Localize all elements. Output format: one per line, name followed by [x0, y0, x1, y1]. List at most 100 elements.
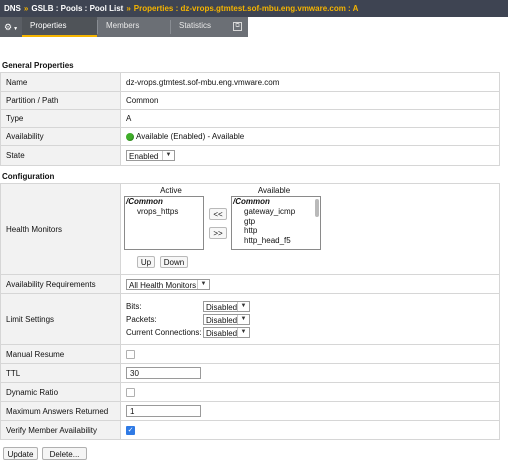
health-monitors-area: Active Available /Common vrops_https << … [121, 184, 499, 274]
table-row: Maximum Answers Returned 1 [0, 401, 500, 421]
availability-requirements-select[interactable]: All Health Monitors ▼ [126, 278, 210, 290]
type-value: A [120, 109, 500, 128]
table-row: Availability Requirements All Health Mon… [0, 274, 500, 294]
breadcrumb-item-dns[interactable]: DNS [4, 4, 21, 13]
update-button[interactable]: Update [3, 447, 38, 460]
breadcrumb: DNS» GSLB : Pools : Pool List» Properties … [0, 0, 508, 17]
chevron-down-icon: ▼ [237, 327, 249, 337]
available-title: Available [257, 186, 291, 195]
table-row: State Enabled ▼ [0, 145, 500, 166]
availability-requirements-label: Availability Requirements [0, 274, 121, 294]
table-row: Manual Resume [0, 344, 500, 364]
delete-button[interactable]: Delete... [42, 447, 87, 460]
manual-resume-checkbox[interactable] [126, 349, 135, 359]
breadcrumb-item-pool-list[interactable]: GSLB : Pools : Pool List [31, 4, 123, 13]
max-answers-input[interactable]: 1 [126, 405, 201, 417]
dynamic-ratio-checkbox[interactable] [126, 387, 135, 397]
ttl-input[interactable]: 30 [126, 367, 201, 379]
chevron-down-icon: ▼ [13, 26, 19, 32]
list-item[interactable]: gtp [232, 217, 320, 227]
configuration-title: Configuration [2, 172, 55, 181]
limit-connections-label: Current Connections: [126, 327, 202, 337]
type-label: Type [0, 109, 121, 128]
limit-bits-label: Bits: [126, 301, 142, 311]
state-select[interactable]: Enabled ▼ [126, 150, 175, 161]
gear-menu-button[interactable]: ⚙▼ [0, 17, 22, 37]
chevron-down-icon: ▼ [237, 301, 249, 311]
available-group-label: /Common [233, 197, 270, 206]
state-label: State [0, 145, 121, 166]
chevron-down-icon: ▼ [162, 151, 174, 160]
tab-statistics[interactable]: Statistics ⧉ [171, 17, 248, 37]
move-up-button[interactable]: Up [137, 256, 155, 268]
limit-settings-cell: Bits: Disabled ▼ Packets: Disabled ▼ Curre… [120, 293, 500, 345]
name-label: Name [0, 72, 121, 92]
name-value: dz-vrops.gtmtest.sof-mbu.eng.vmware.com [120, 72, 500, 92]
remove-monitor-button[interactable]: >> [209, 227, 227, 239]
dynamic-ratio-cell [120, 382, 500, 402]
limit-bits-select[interactable]: Disabled ▼ [203, 300, 250, 312]
manual-resume-cell [120, 344, 500, 364]
table-row: Name dz-vrops.gtmtest.sof-mbu.eng.vmware… [0, 72, 500, 92]
ttl-cell: 30 [120, 363, 500, 383]
limit-bits-value: Disabled [206, 302, 238, 312]
availability-text: Available (Enabled) - Available [136, 132, 245, 141]
availability-value: Available (Enabled) - Available [120, 127, 500, 146]
available-monitors-list[interactable]: /Common gateway_icmp gtp http http_head_… [231, 196, 321, 250]
general-properties-title: General Properties [2, 61, 74, 70]
health-monitors-cell: Active Available /Common vrops_https << … [120, 183, 500, 275]
popout-icon[interactable]: ⧉ [233, 22, 242, 31]
active-monitors-list[interactable]: /Common vrops_https [124, 196, 204, 250]
health-monitors-label: Health Monitors [0, 183, 121, 275]
list-item[interactable]: gateway_icmp [232, 207, 320, 217]
add-monitor-button[interactable]: << [209, 208, 227, 220]
table-row: Health Monitors Active Available /Common… [0, 183, 500, 275]
configuration-table: Health Monitors Active Available /Common… [0, 183, 500, 440]
breadcrumb-current: Properties : dz-vrops.gtmtest.sof-mbu.en… [133, 4, 359, 13]
limit-connections-row: Current Connections: Disabled ▼ [126, 326, 326, 339]
limit-connections-select[interactable]: Disabled ▼ [203, 326, 250, 338]
general-properties-table: Name dz-vrops.gtmtest.sof-mbu.eng.vmware… [0, 72, 500, 166]
availability-requirements-value: All Health Monitors [129, 280, 197, 290]
limit-packets-row: Packets: Disabled ▼ [126, 313, 326, 326]
table-row: Dynamic Ratio [0, 382, 500, 402]
manual-resume-label: Manual Resume [0, 344, 121, 364]
max-answers-cell: 1 [120, 401, 500, 421]
active-group-label: /Common [126, 197, 163, 206]
state-cell: Enabled ▼ [120, 145, 500, 166]
limit-packets-value: Disabled [206, 315, 238, 325]
available-list-scrollbar[interactable] [315, 199, 319, 217]
max-answers-label: Maximum Answers Returned [0, 401, 121, 421]
verify-member-checkbox[interactable]: ✓ [126, 425, 135, 435]
ttl-label: TTL [0, 363, 121, 383]
tab-statistics-label: Statistics [179, 21, 212, 30]
list-item[interactable]: http [232, 226, 320, 236]
table-row: Partition / Path Common [0, 91, 500, 110]
breadcrumb-separator: » [126, 4, 131, 13]
limit-settings-label: Limit Settings [0, 293, 121, 345]
dynamic-ratio-label: Dynamic Ratio [0, 382, 121, 402]
verify-member-label: Verify Member Availability [0, 420, 121, 440]
table-row: Limit Settings Bits: Disabled ▼ Packets: … [0, 293, 500, 345]
availability-label: Availability [0, 127, 121, 146]
tab-members[interactable]: Members [98, 17, 170, 37]
table-row: Verify Member Availability ✓ [0, 420, 500, 440]
partition-value: Common [120, 91, 500, 110]
tab-properties[interactable]: Properties [22, 17, 97, 37]
verify-member-cell: ✓ [120, 420, 500, 440]
limit-bits-row: Bits: Disabled ▼ [126, 300, 326, 313]
list-item[interactable]: vrops_https [125, 207, 203, 217]
list-item[interactable]: http_head_f5 [232, 236, 320, 246]
state-select-value: Enabled [129, 152, 159, 161]
chevron-down-icon: ▼ [197, 279, 209, 289]
limit-packets-select[interactable]: Disabled ▼ [203, 313, 250, 325]
gear-icon: ⚙ [3, 22, 13, 32]
move-down-button[interactable]: Down [160, 256, 188, 268]
table-row: Type A [0, 109, 500, 128]
chevron-down-icon: ▼ [237, 314, 249, 324]
limit-connections-value: Disabled [206, 328, 238, 338]
availability-requirements-cell: All Health Monitors ▼ [120, 274, 500, 294]
tab-strip: ⚙▼ Properties Members Statistics ⧉ [0, 17, 248, 37]
active-title: Active [160, 186, 182, 195]
partition-label: Partition / Path [0, 91, 121, 110]
